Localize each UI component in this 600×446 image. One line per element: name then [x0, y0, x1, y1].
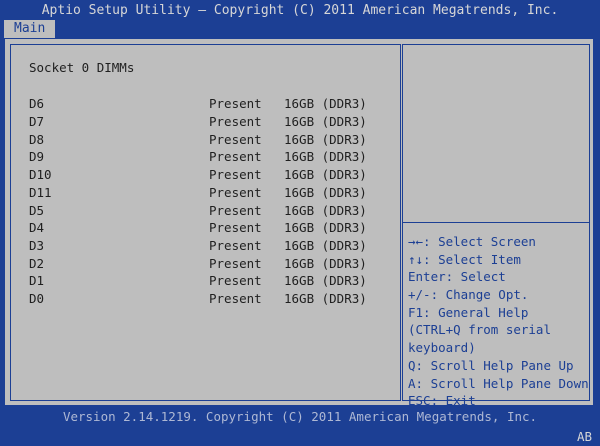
dimm-name: D10 [29, 167, 52, 183]
key-help-list: →←: Select Screen ↑↓: Select Item Enter:… [408, 233, 589, 410]
dimm-size: 16GB (DDR3) [284, 96, 367, 111]
section-title: Socket 0 DIMMs [29, 60, 135, 75]
dimm-status: Present [209, 149, 262, 165]
window-title: Aptio Setup Utility – Copyright (C) 2011… [41, 3, 559, 18]
dimm-size: 16GB (DDR3) [284, 149, 367, 165]
dimm-name: D4 [29, 220, 45, 236]
dimm-status: Present [209, 291, 262, 306]
tab-main[interactable]: Main [4, 20, 56, 38]
dimm-name: D11 [29, 184, 52, 200]
dimm-size: 16GB (DDR3) [284, 167, 367, 183]
help-scroll-down: A: Scroll Help Pane Down [408, 375, 589, 391]
dimm-name: D1 [29, 273, 45, 289]
help-select-screen: →←: Select Screen [408, 234, 536, 249]
dimm-name: D3 [29, 237, 45, 253]
dimm-status: Present [209, 255, 262, 271]
dimm-size: 16GB (DDR3) [284, 131, 367, 147]
dimm-name: D2 [29, 255, 45, 271]
help-select-item: ↑↓: Select Item [408, 251, 521, 267]
help-enter-select: Enter: Select [408, 269, 506, 285]
main-pane: Socket 0 DIMMs D6 Present 16GB (DDR3) D7… [10, 44, 401, 401]
dimm-status: Present [209, 202, 262, 218]
dimm-name: D7 [29, 114, 45, 129]
help-keyboard: keyboard) [408, 340, 476, 356]
help-general-help: F1: General Help [408, 304, 529, 320]
dimm-status: Present [209, 220, 262, 236]
dimm-name: D9 [29, 149, 45, 165]
help-scroll-up: Q: Scroll Help Pane Up [408, 357, 574, 373]
dimm-size: 16GB (DDR3) [284, 184, 367, 200]
dimm-size: 16GB (DDR3) [284, 255, 367, 271]
item-help-area [403, 45, 589, 223]
dimm-status: Present [209, 273, 262, 289]
dimm-status: Present [209, 237, 262, 253]
dimm-name: D8 [29, 131, 45, 147]
dimm-status: Present [209, 114, 262, 129]
help-change-opt: +/-: Change Opt. [408, 287, 529, 303]
dimm-name: D6 [29, 96, 45, 111]
dimm-size: 16GB (DDR3) [284, 114, 367, 129]
dimm-status: Present [209, 96, 262, 111]
help-pane: →←: Select Screen ↑↓: Select Item Enter:… [402, 44, 590, 408]
dimm-size: 16GB (DDR3) [284, 237, 367, 253]
setup-frame: Socket 0 DIMMs D6 Present 16GB (DDR3) D7… [4, 38, 594, 408]
dimm-name: D5 [29, 202, 45, 218]
dimm-name: D0 [29, 291, 45, 306]
dimm-size: 16GB (DDR3) [284, 273, 367, 289]
dimm-size: 16GB (DDR3) [284, 202, 367, 218]
dimm-size: 16GB (DDR3) [284, 291, 367, 306]
help-ctrl-q: (CTRL+Q from serial [408, 322, 551, 338]
dimm-status: Present [209, 167, 262, 183]
version-footer: Version 2.14.1219. Copyright (C) 2011 Am… [62, 409, 538, 424]
dimm-size: 16GB (DDR3) [284, 220, 367, 236]
dimm-status: Present [209, 184, 262, 200]
dimm-status: Present [209, 131, 262, 147]
corner-label: AB [576, 429, 592, 444]
